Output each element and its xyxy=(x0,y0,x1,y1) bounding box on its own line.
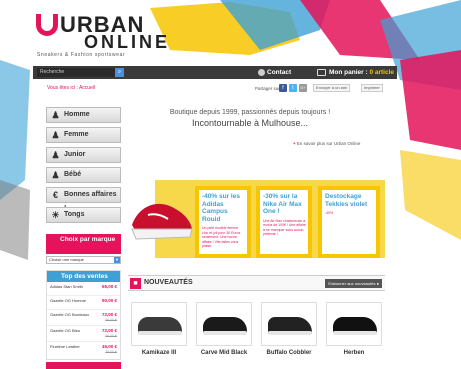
top-sales-item[interactable]: Gazelle OG Bordeaux 72,00 €90,00 € xyxy=(47,310,120,326)
top-sales-price: 65,00 € xyxy=(101,284,117,289)
logo-tagline: Sneakers & Fashion sportswear xyxy=(37,52,126,58)
subscribe-label: S'abonner aux nouveautés xyxy=(327,281,376,286)
news-title: NOUVEAUTÉS xyxy=(144,279,193,286)
product-name[interactable]: Herben xyxy=(326,350,382,356)
euro-icon: € xyxy=(52,190,58,200)
hero-intro: Boutique depuis 1999, passionnés depuis … xyxy=(150,109,350,128)
top-sales-name: Adidas Stan Smith xyxy=(50,284,83,289)
promo-description: Une Air Max chaleureuse à moins de 100€ … xyxy=(263,218,306,237)
nav-item-bonnes-affaires[interactable]: €Bonnes affaires ! xyxy=(46,187,121,212)
contact-link[interactable]: Contact xyxy=(267,66,291,79)
product-card[interactable] xyxy=(261,302,317,346)
cart-count: 0 article xyxy=(369,69,395,76)
nav-item-bebe[interactable]: ♟ Bébé xyxy=(46,167,121,183)
breadcrumb[interactable]: Vous êtes ici : Accueil xyxy=(47,85,95,91)
news-section-header: ■ NOUVEAUTÉS S'abonner aux nouveautés ● xyxy=(128,275,385,291)
top-sales-old-price: 75,00 € xyxy=(105,350,117,354)
baby-icon: ♟ xyxy=(51,170,60,180)
nav-label: Bébé xyxy=(64,171,82,178)
sidebar-next-box-header xyxy=(46,362,121,369)
nav-label: Junior xyxy=(64,151,86,158)
product-image xyxy=(333,317,377,335)
nav-item-homme[interactable]: ♟ Homme xyxy=(46,107,121,123)
promo-title: -40% sur les Adidas Campus Rouid xyxy=(202,193,240,223)
cart-label: Mon panier : xyxy=(329,69,368,76)
facebook-icon[interactable]: f xyxy=(279,84,287,92)
top-sales-price: 90,00 € xyxy=(101,298,117,303)
nav-label: Tongs xyxy=(64,211,85,218)
product-card[interactable] xyxy=(326,302,382,346)
search-icon: ⌕ xyxy=(117,69,122,75)
nav-item-junior[interactable]: ♟ Junior xyxy=(46,147,121,163)
promo-card[interactable]: -40% sur les Adidas Campus Rouid Un peti… xyxy=(195,186,251,258)
nav-item-tongs[interactable]: ☀ Tongs xyxy=(46,207,121,223)
rss-icon: ● xyxy=(376,281,379,286)
product-name[interactable]: Buffalo Cobbler xyxy=(261,350,317,356)
product-image xyxy=(138,317,182,335)
top-sales-price: 45,00 € xyxy=(101,344,117,349)
top-bar: Recherche ⌕ Contact Mon panier : 0 artic… xyxy=(33,66,397,79)
promo-card[interactable]: Destockage Tekkies violet -40% xyxy=(318,186,380,258)
brand-select[interactable]: Choisir une marque ▼ xyxy=(46,256,121,264)
top-sales-name: Fluxtime Leather xyxy=(50,344,80,349)
promo-title: Destockage Tekkies violet xyxy=(325,193,368,208)
phone-icon xyxy=(258,69,265,76)
top-sales-item[interactable]: Fluxtime Leather 45,00 €75,00 € xyxy=(47,342,120,358)
subscribe-news-button[interactable]: S'abonner aux nouveautés ● xyxy=(324,279,382,288)
search-button[interactable]: ⌕ xyxy=(115,68,124,77)
share-label: Partager sur xyxy=(255,86,280,91)
sun-icon: ☀ xyxy=(51,210,60,220)
cart-icon xyxy=(317,69,326,76)
twitter-icon[interactable]: t xyxy=(289,84,297,92)
promo-description: Un petit modèle femme chic et joli pour … xyxy=(202,226,241,248)
top-sales-price: 72,00 € xyxy=(101,312,117,317)
hero-line-1: Boutique depuis 1999, passionnés depuis … xyxy=(169,109,331,116)
top-sales-item[interactable]: Gazelle OG Homme 90,00 € xyxy=(47,296,120,310)
new-icon: ■ xyxy=(130,278,141,289)
product-card[interactable] xyxy=(131,302,187,346)
promo-description: -40% xyxy=(325,211,334,215)
learn-more-link[interactable]: + En savoir plus sur Urban Online xyxy=(293,141,360,146)
product-card[interactable] xyxy=(196,302,252,346)
product-name[interactable]: Carve Mid Black xyxy=(196,350,252,356)
top-sales-old-price: 90,00 € xyxy=(105,334,117,338)
top-sales-name: Gazelle OG Homme xyxy=(50,298,87,303)
learn-more-label: En savoir plus sur Urban Online xyxy=(296,141,361,146)
top-sales-box: Top des ventes Adidas Stan Smith 65,00 € … xyxy=(46,270,121,360)
product-image xyxy=(203,317,247,335)
top-sales-name: Gazelle OG Bleu xyxy=(50,328,81,333)
promo-title: -30% sur la Nike Air Max One ! xyxy=(263,193,302,215)
sneaker-promo-image xyxy=(131,203,193,240)
brand-select-value: Choisir une marque xyxy=(49,257,84,262)
nav-label: Homme xyxy=(64,111,90,118)
top-sales-item[interactable]: Gazelle OG Bleu 72,00 €90,00 € xyxy=(47,326,120,342)
top-sales-old-price: 90,00 € xyxy=(105,318,117,322)
logo-text-online: ONLINE xyxy=(84,32,171,52)
brand-filter-title: Choix par marque xyxy=(46,234,121,254)
top-sales-price: 72,00 € xyxy=(101,328,117,333)
top-sales-title: Top des ventes xyxy=(47,271,120,282)
send-to-friend-button[interactable]: Envoyer à un ami xyxy=(313,84,351,92)
top-sales-item[interactable]: Adidas Stan Smith 65,00 € xyxy=(47,282,120,296)
brand-filter-box: Choix par marque Choisir une marque ▼ xyxy=(46,234,121,266)
woman-icon: ♟ xyxy=(51,130,60,140)
print-button[interactable]: Imprimer xyxy=(361,84,383,92)
logo-u-mark xyxy=(36,14,58,36)
site-logo[interactable]: URBAN ONLINE Sneakers & Fashion sportswe… xyxy=(36,12,186,62)
promo-card[interactable]: -30% sur la Nike Air Max One ! Une Air M… xyxy=(256,186,312,258)
plus-icon: + xyxy=(293,141,296,146)
google-plus-icon[interactable]: G+ xyxy=(299,84,307,92)
hero-line-2: Incontournable à Mulhouse... xyxy=(191,118,309,128)
product-image xyxy=(268,317,312,335)
top-sales-name: Gazelle OG Bordeaux xyxy=(50,312,90,317)
man-icon: ♟ xyxy=(51,110,60,120)
search-input[interactable]: Recherche xyxy=(37,68,115,77)
child-icon: ♟ xyxy=(51,150,60,160)
product-name[interactable]: Kamikaze III xyxy=(131,350,187,356)
cart-summary[interactable]: Mon panier : 0 article xyxy=(329,66,394,79)
nav-item-femme[interactable]: ♟ Femme xyxy=(46,127,121,143)
nav-label: Femme xyxy=(64,131,89,138)
chevron-down-icon: ▼ xyxy=(114,257,120,263)
